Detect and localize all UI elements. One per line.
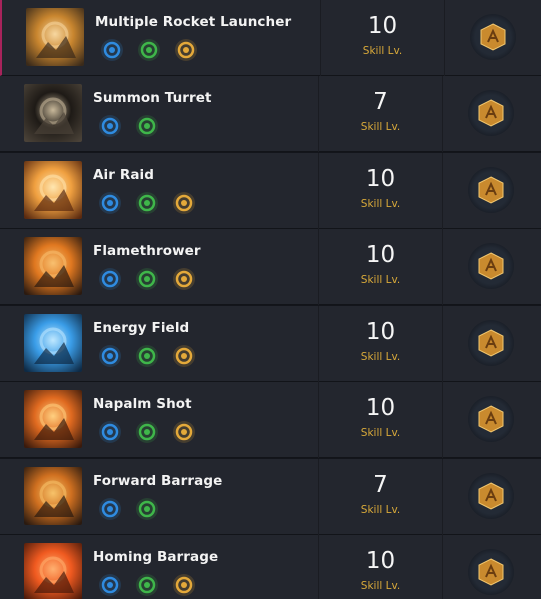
green-claw-tripod-icon[interactable] <box>134 113 160 139</box>
skill-name: Air Raid <box>93 167 155 183</box>
skill-list: Multiple Rocket Launcher 10 Skill Lv. Summo… <box>0 0 541 599</box>
skill-level-label: Skill Lv. <box>360 580 401 592</box>
rune-slot[interactable] <box>468 549 514 595</box>
gold-rune-icon <box>478 22 508 52</box>
skill-level-label: Skill Lv. <box>360 121 401 133</box>
skill-row[interactable]: Air Raid 10 Skill Lv. <box>0 153 541 229</box>
skill-name: Multiple Rocket Launcher <box>95 14 292 30</box>
column-divider <box>442 76 443 152</box>
flamethrower-skill-icon <box>24 237 82 295</box>
skill-row[interactable]: Summon Turret 7 Skill Lv. <box>0 76 541 152</box>
gold-burst-tripod-icon[interactable] <box>171 419 197 445</box>
air-raid-skill-icon <box>24 161 82 219</box>
blue-arrow-tripod-icon[interactable] <box>97 266 123 292</box>
skill-level-label: Skill Lv. <box>362 45 403 57</box>
gold-rune-icon <box>476 481 506 511</box>
blue-arrow-tripod-icon[interactable] <box>97 343 123 369</box>
rune-slot[interactable] <box>468 473 514 519</box>
skill-name: Energy Field <box>93 320 190 336</box>
skill-level-label: Skill Lv. <box>360 351 401 363</box>
skill-name: Forward Barrage <box>93 473 223 489</box>
rune-slot[interactable] <box>468 167 514 213</box>
blue-orb-tripod-icon[interactable] <box>97 496 123 522</box>
gold-pillar-tripod-icon[interactable] <box>171 266 197 292</box>
forward-barrage-skill-icon <box>24 467 82 525</box>
gold-pillar-tripod-icon[interactable] <box>171 343 197 369</box>
gold-sun-tripod-icon[interactable] <box>171 572 197 598</box>
skill-row[interactable]: Homing Barrage 10 Skill Lv. <box>0 535 541 599</box>
skill-level-label: Skill Lv. <box>360 274 401 286</box>
rocket-launcher-skill-icon <box>26 8 84 66</box>
green-timer-tripod-icon[interactable] <box>134 343 160 369</box>
gold-rune-icon <box>476 98 506 128</box>
green-slash-tripod-icon[interactable] <box>134 572 160 598</box>
green-claw-tripod-icon[interactable] <box>134 496 160 522</box>
skill-level-value: 10 <box>367 13 398 39</box>
skill-level-label: Skill Lv. <box>360 504 401 516</box>
rune-slot[interactable] <box>468 396 514 442</box>
blue-mech-tripod-icon[interactable] <box>97 113 123 139</box>
column-divider <box>442 153 443 229</box>
gold-rune-icon <box>476 328 506 358</box>
column-divider <box>442 229 443 305</box>
column-divider <box>442 535 443 599</box>
skill-level-value: 10 <box>365 242 396 268</box>
skill-name: Napalm Shot <box>93 396 192 412</box>
skill-row[interactable]: Multiple Rocket Launcher 10 Skill Lv. <box>0 0 541 76</box>
gold-rune-icon <box>476 251 506 281</box>
energy-field-skill-icon <box>24 314 82 372</box>
gold-rune-icon <box>476 557 506 587</box>
homing-barrage-skill-icon <box>24 543 82 599</box>
green-figure-tripod-icon[interactable] <box>134 419 160 445</box>
green-slash-tripod-icon[interactable] <box>134 190 160 216</box>
napalm-shot-skill-icon <box>24 390 82 448</box>
gold-rune-icon <box>476 175 506 205</box>
skill-row[interactable]: Energy Field 10 Skill Lv. <box>0 306 541 382</box>
skill-level-label: Skill Lv. <box>360 427 401 439</box>
skill-name: Homing Barrage <box>93 549 219 565</box>
blue-target-tripod-icon[interactable] <box>97 419 123 445</box>
skill-level-value: 7 <box>373 89 388 115</box>
skill-level-value: 10 <box>365 166 396 192</box>
gold-sun-tripod-icon[interactable] <box>171 190 197 216</box>
column-divider <box>444 0 445 76</box>
blue-fountain-tripod-icon[interactable] <box>97 572 123 598</box>
skill-row[interactable]: Flamethrower 10 Skill Lv. <box>0 229 541 305</box>
rune-slot[interactable] <box>468 243 514 289</box>
rune-slot[interactable] <box>470 14 516 60</box>
gold-rune-icon <box>476 404 506 434</box>
skill-level-value: 7 <box>373 472 388 498</box>
skill-row[interactable]: Forward Barrage 7 Skill Lv. <box>0 459 541 535</box>
skill-level-value: 10 <box>365 319 396 345</box>
blue-flame-tripod-icon[interactable] <box>99 37 125 63</box>
rune-slot[interactable] <box>468 90 514 136</box>
green-gear-tripod-icon[interactable] <box>136 37 162 63</box>
skill-level-value: 10 <box>365 548 396 574</box>
skill-level-value: 10 <box>365 395 396 421</box>
turret-skill-icon <box>24 84 82 142</box>
green-figure-tripod-icon[interactable] <box>134 266 160 292</box>
skill-name: Flamethrower <box>93 243 201 259</box>
rune-slot[interactable] <box>468 320 514 366</box>
column-divider <box>442 382 443 458</box>
gold-burst-tripod-icon[interactable] <box>173 37 199 63</box>
skill-level-label: Skill Lv. <box>360 198 401 210</box>
skill-name: Summon Turret <box>93 90 212 106</box>
column-divider <box>442 306 443 382</box>
blue-dash-tripod-icon[interactable] <box>97 190 123 216</box>
skill-row[interactable]: Napalm Shot 10 Skill Lv. <box>0 382 541 458</box>
column-divider <box>442 459 443 535</box>
